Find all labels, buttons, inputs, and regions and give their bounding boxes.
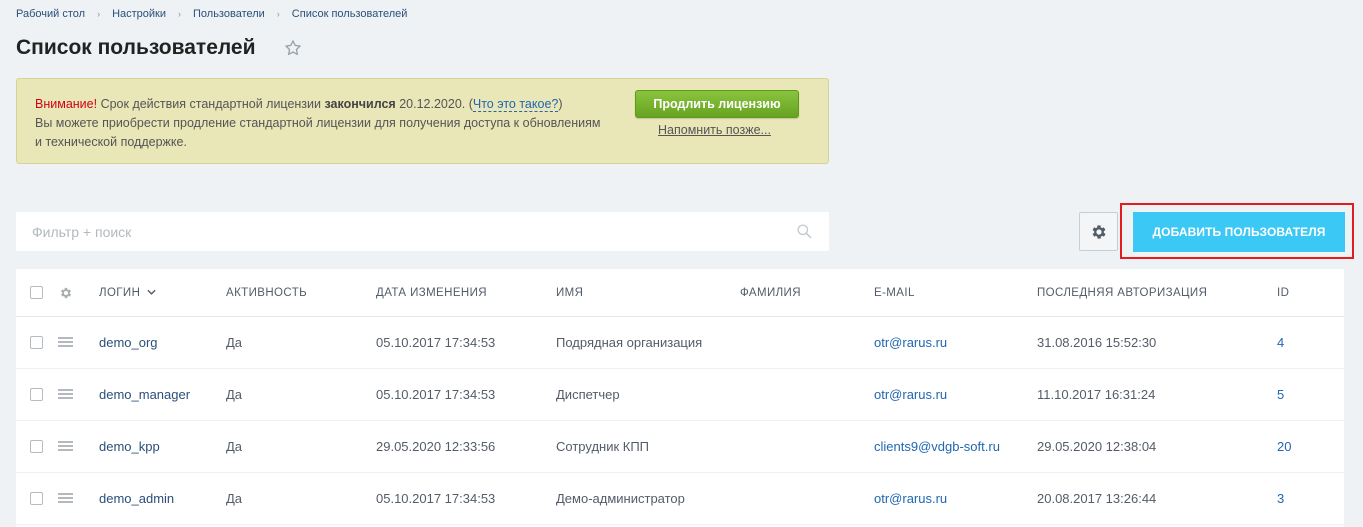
star-icon[interactable] (284, 39, 302, 57)
cell-date: 05.10.2017 17:34:53 (376, 491, 496, 506)
breadcrumb-item-user-list[interactable]: Список пользователей (292, 8, 408, 20)
license-expired-label: закончился (324, 97, 396, 111)
row-checkbox[interactable] (30, 388, 43, 401)
cell-id[interactable]: 3 (1277, 491, 1284, 506)
cell-active: Да (226, 491, 243, 506)
gear-icon (1092, 224, 1106, 239)
chevron-down-icon (147, 289, 156, 295)
breadcrumb-separator: › (276, 9, 280, 19)
cell-name: Сотрудник КПП (556, 439, 650, 454)
cell-active: Да (226, 439, 243, 454)
column-header-date[interactable]: ДАТА ИЗМЕНЕНИЯ (376, 287, 487, 299)
license-text-part: 20.12.2020. ( (395, 97, 473, 111)
settings-button[interactable] (1079, 212, 1118, 251)
license-warning-panel: Внимание! Срок действия стандартной лице… (16, 78, 829, 164)
license-text-part: Срок действия стандартной лицензии (97, 97, 325, 111)
column-header-active[interactable]: АКТИВНОСТЬ (226, 287, 307, 299)
breadcrumb-separator: › (97, 9, 101, 19)
cell-email[interactable]: otr@rarus.ru (874, 491, 947, 506)
cell-id[interactable]: 4 (1277, 335, 1284, 350)
cell-login[interactable]: demo_manager (99, 387, 190, 402)
column-header-surname[interactable]: ФАМИЛИЯ (740, 287, 801, 299)
breadcrumb-item-desktop[interactable]: Рабочий стол (16, 8, 85, 20)
column-header-login[interactable]: ЛОГИН (99, 287, 156, 299)
filter-search-input[interactable] (16, 212, 796, 251)
row-checkbox[interactable] (30, 492, 43, 505)
table-row[interactable]: demo_admin Да 05.10.2017 17:34:53 Демо-а… (16, 473, 1344, 525)
cell-date: 05.10.2017 17:34:53 (376, 387, 496, 402)
cell-last-auth: 31.08.2016 15:52:30 (1037, 335, 1157, 350)
cell-last-auth: 20.08.2017 13:26:44 (1037, 491, 1157, 506)
cell-last-auth: 29.05.2020 12:38:04 (1037, 439, 1157, 454)
column-header-id[interactable]: ID (1277, 287, 1289, 299)
cell-id[interactable]: 20 (1277, 439, 1291, 454)
cell-login[interactable]: demo_org (99, 335, 158, 350)
select-all-checkbox[interactable] (30, 286, 43, 299)
breadcrumb-item-settings[interactable]: Настройки (112, 8, 166, 20)
add-user-button[interactable]: ДОБАВИТЬ ПОЛЬЗОВАТЕЛЯ (1133, 212, 1345, 252)
cell-email[interactable]: clients9@vdgb-soft.ru (874, 439, 1000, 454)
breadcrumb-item-users[interactable]: Пользователи (193, 8, 265, 20)
cell-date: 05.10.2017 17:34:53 (376, 335, 496, 350)
breadcrumb-separator: › (178, 9, 181, 19)
renew-license-button[interactable]: Продлить лицензию (635, 90, 799, 118)
table-row[interactable]: demo_org Да 05.10.2017 17:34:53 Подрядна… (16, 317, 1344, 369)
cell-email[interactable]: otr@rarus.ru (874, 335, 947, 350)
table-row[interactable]: demo_kpp Да 29.05.2020 12:33:56 Сотрудни… (16, 421, 1344, 473)
remind-later-link[interactable]: Напомнить позже... (658, 123, 771, 137)
license-description: Вы можете приобрести продление стандартн… (35, 116, 601, 149)
cell-last-auth: 11.10.2017 16:31:24 (1037, 387, 1156, 402)
cell-login[interactable]: demo_kpp (99, 439, 160, 454)
cell-name: Подрядная организация (556, 335, 703, 350)
column-header-last-auth[interactable]: ПОСЛЕДНЯЯ АВТОРИЗАЦИЯ (1037, 287, 1207, 299)
cell-active: Да (226, 387, 243, 402)
filter-search-box (16, 212, 829, 251)
drag-handle-icon[interactable] (58, 389, 73, 400)
users-table: ЛОГИН АКТИВНОСТЬ ДАТА ИЗМЕНЕНИЯ ИМЯ ФАМИ… (16, 269, 1344, 527)
what-is-this-link[interactable]: Что это такое? (472, 97, 559, 112)
cell-name: Демо-администратор (556, 491, 685, 506)
warning-label: Внимание! (35, 97, 98, 111)
cell-login[interactable]: demo_admin (99, 491, 174, 506)
drag-handle-icon[interactable] (58, 337, 73, 348)
search-icon[interactable] (796, 223, 813, 240)
column-settings-icon[interactable] (59, 286, 73, 300)
row-checkbox[interactable] (30, 336, 43, 349)
breadcrumb: Рабочий стол › Настройки › Пользователи … (16, 8, 407, 20)
drag-handle-icon[interactable] (58, 441, 73, 452)
cell-active: Да (226, 335, 243, 350)
table-row[interactable]: demo_manager Да 05.10.2017 17:34:53 Дисп… (16, 369, 1344, 421)
column-login-label: ЛОГИН (99, 287, 141, 299)
cell-date: 29.05.2020 12:33:56 (376, 439, 496, 454)
page-title: Список пользователей (16, 36, 256, 59)
license-warning-text: Внимание! Срок действия стандартной лице… (35, 95, 605, 152)
cell-name: Диспетчер (556, 387, 620, 402)
column-header-email[interactable]: E-MAIL (874, 287, 915, 299)
cell-id[interactable]: 5 (1277, 387, 1284, 402)
drag-handle-icon[interactable] (58, 493, 73, 504)
column-header-name[interactable]: ИМЯ (556, 287, 583, 299)
row-checkbox[interactable] (30, 440, 43, 453)
license-text-part: ) (558, 97, 563, 111)
cell-email[interactable]: otr@rarus.ru (874, 387, 947, 402)
table-header: ЛОГИН АКТИВНОСТЬ ДАТА ИЗМЕНЕНИЯ ИМЯ ФАМИ… (16, 269, 1344, 317)
